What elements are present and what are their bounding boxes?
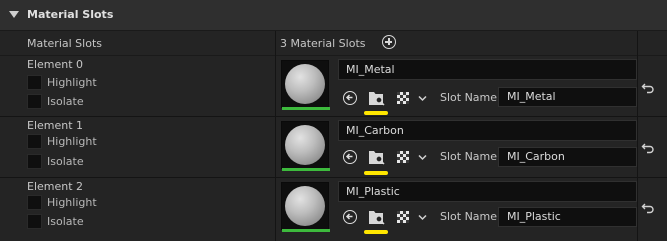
material-sphere-preview — [285, 186, 325, 226]
isolate-label: Isolate — [47, 155, 84, 168]
material-name-field[interactable]: MI_Plastic — [338, 181, 637, 202]
slot-name-input[interactable]: MI_Plastic — [498, 207, 637, 227]
chevron-down-icon[interactable] — [418, 94, 427, 103]
section-header-material-slots[interactable]: Material Slots — [0, 0, 667, 30]
material-thumbnail[interactable] — [281, 182, 330, 232]
checkerboard-icon[interactable] — [397, 211, 409, 223]
highlight-checkbox[interactable] — [27, 75, 42, 90]
arrow-left-circle-icon[interactable] — [343, 91, 357, 105]
material-slot-element-0: Element 0 Highlight Isolate MI_Metal Slo… — [0, 56, 667, 116]
arrow-left-circle-icon[interactable] — [343, 210, 357, 224]
highlight-underline — [364, 230, 388, 234]
chevron-down-icon[interactable] — [418, 213, 427, 222]
folder-search-icon[interactable] — [368, 90, 386, 106]
slot-name-label: Slot Name — [440, 150, 498, 163]
highlight-underline — [364, 111, 388, 115]
highlight-checkbox[interactable] — [27, 134, 42, 149]
thumbnail-green-bar — [282, 107, 330, 110]
highlight-label: Highlight — [47, 135, 97, 148]
folder-search-icon[interactable] — [368, 149, 386, 165]
triangle-down-icon[interactable] — [9, 11, 19, 18]
checkerboard-icon[interactable] — [397, 151, 409, 163]
material-slot-element-2: Element 2 Highlight Isolate MI_Plastic S… — [0, 178, 667, 241]
reset-arrow-icon[interactable] — [641, 202, 655, 214]
material-thumbnail[interactable] — [281, 121, 330, 171]
material-slot-element-1: Element 1 Highlight Isolate MI_Carbon Sl… — [0, 117, 667, 177]
isolate-checkbox[interactable] — [27, 154, 42, 169]
isolate-label: Isolate — [47, 95, 84, 108]
element-label: Element 1 — [27, 119, 84, 132]
material-sphere-preview — [285, 64, 325, 104]
material-name-field[interactable]: MI_Metal — [338, 59, 637, 80]
checkerboard-icon[interactable] — [397, 92, 409, 104]
isolate-label: Isolate — [47, 215, 84, 228]
arrow-left-circle-icon[interactable] — [343, 150, 357, 164]
plus-circle-icon[interactable] — [382, 35, 396, 49]
reset-column-divider — [637, 31, 638, 241]
slot-name-label: Slot Name — [440, 210, 498, 223]
reset-arrow-icon[interactable] — [641, 142, 655, 154]
slot-name-input[interactable]: MI_Carbon — [498, 147, 637, 167]
isolate-checkbox[interactable] — [27, 214, 42, 229]
material-thumbnail[interactable] — [281, 60, 330, 110]
slot-name-label: Slot Name — [440, 91, 498, 104]
reset-arrow-icon[interactable] — [641, 82, 655, 94]
chevron-down-icon[interactable] — [418, 153, 427, 162]
slot-count: 3 Material Slots — [280, 37, 366, 50]
column-divider — [275, 31, 276, 241]
slot-name-input[interactable]: MI_Metal — [498, 87, 637, 107]
element-label: Element 2 — [27, 180, 84, 193]
material-slots-summary-row: Material Slots 3 Material Slots — [0, 31, 667, 55]
highlight-label: Highlight — [47, 76, 97, 89]
section-title: Material Slots — [27, 8, 114, 21]
thumbnail-green-bar — [282, 229, 330, 232]
element-label: Element 0 — [27, 58, 84, 71]
folder-search-icon[interactable] — [368, 209, 386, 225]
highlight-underline — [364, 171, 388, 175]
material-sphere-preview — [285, 125, 325, 165]
summary-label: Material Slots — [27, 37, 102, 50]
highlight-checkbox[interactable] — [27, 195, 42, 210]
highlight-label: Highlight — [47, 196, 97, 209]
isolate-checkbox[interactable] — [27, 94, 42, 109]
material-name-field[interactable]: MI_Carbon — [338, 120, 637, 141]
thumbnail-green-bar — [282, 168, 330, 171]
